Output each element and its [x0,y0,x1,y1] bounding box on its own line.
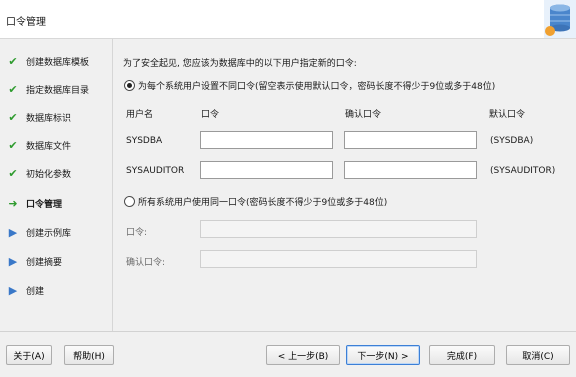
check-icon: ✔ [8,54,18,68]
wizard-steps-sidebar: ✔ 创建数据库模板 ✔ 指定数据库目录 ✔ 数据库标识 ✔ 数据库文件 ✔ 初始… [0,39,113,331]
sysdba-confirm-input[interactable] [344,131,477,149]
arrow-right-icon: ➜ [8,196,18,210]
about-button[interactable]: 关于(A) [6,345,52,365]
header: 口令管理 [0,0,576,39]
sysdba-password-field[interactable] [201,132,332,148]
sysauditor-confirm-field[interactable] [345,162,476,178]
radio-shared-password[interactable] [124,196,135,207]
column-header-user: 用户名 [126,110,154,120]
check-icon: ✔ [8,138,18,152]
page-title: 口令管理 [6,17,46,28]
shared-confirm-input[interactable] [200,250,477,268]
back-button[interactable]: < 上一步(B) [266,345,340,365]
step-label: 创建数据库模板 [26,57,90,68]
step-db-directory: ✔ 指定数据库目录 [6,81,89,97]
column-header-confirm: 确认口令 [345,110,382,120]
column-header-password: 口令 [201,110,220,120]
step-label: 初始化参数 [26,169,72,180]
sysauditor-password-input[interactable] [200,161,333,179]
cancel-button[interactable]: 取消(C) [506,345,570,365]
footer-bar: 关于(A) 帮助(H) < 上一步(B) 下一步(N) > 完成(F) 取消(C… [0,331,576,377]
double-chevron-icon: ▶ [8,225,18,239]
shared-password-input[interactable] [200,220,477,238]
step-label: 创建 [26,286,45,297]
database-logo-icon [544,0,576,38]
step-db-identity: ✔ 数据库标识 [6,109,71,125]
step-label: 创建示例库 [26,228,72,239]
shared-password-label: 口令: [126,228,148,238]
next-button[interactable]: 下一步(N) > [346,345,420,365]
sysauditor-confirm-input[interactable] [344,161,477,179]
double-chevron-icon: ▶ [8,283,18,297]
help-button[interactable]: 帮助(H) [64,345,114,365]
shared-confirm-label: 确认口令: [126,258,166,268]
sysdba-password-input[interactable] [200,131,333,149]
double-chevron-icon: ▶ [8,254,18,268]
sysauditor-default: (SYSAUDITOR) [490,166,556,176]
step-db-files: ✔ 数据库文件 [6,137,71,153]
step-label: 口令管理 [26,199,63,210]
step-create-sample: ▶ 创建示例库 [6,224,71,240]
check-icon: ✔ [8,82,18,96]
password-panel: 为了安全起见, 您应该为数据库中的以下用户指定新的口令: 为每个系统用户设置不同… [113,39,576,331]
user-name-sysdba: SYSDBA [126,136,163,146]
step-label: 数据库标识 [26,113,72,124]
step-label: 数据库文件 [26,141,72,152]
column-header-default: 默认口令 [489,110,526,120]
finish-button[interactable]: 完成(F) [429,345,495,365]
step-summary: ▶ 创建摘要 [6,253,62,269]
user-name-sysauditor: SYSAUDITOR [126,166,185,176]
sysdba-confirm-field[interactable] [345,132,476,148]
step-init-params: ✔ 初始化参数 [6,165,71,181]
radio-individual-label[interactable]: 为每个系统用户设置不同口令(留空表示使用默认口令，密码长度不得少于9位或多于48… [138,79,495,92]
radio-individual-passwords[interactable] [124,80,135,91]
check-icon: ✔ [8,110,18,124]
step-label: 创建摘要 [26,257,63,268]
sysauditor-password-field[interactable] [201,162,332,178]
step-create: ▶ 创建 [6,282,44,298]
step-label: 指定数据库目录 [26,85,90,96]
step-create-template: ✔ 创建数据库模板 [6,53,89,69]
step-password-mgmt: ➜ 口令管理 [6,195,62,211]
check-icon: ✔ [8,166,18,180]
sysdba-default: (SYSDBA) [490,136,534,146]
radio-shared-label[interactable]: 所有系统用户使用同一口令(密码长度不得少于9位或多于48位) [138,195,387,208]
intro-text: 为了安全起见, 您应该为数据库中的以下用户指定新的口令: [123,59,357,69]
